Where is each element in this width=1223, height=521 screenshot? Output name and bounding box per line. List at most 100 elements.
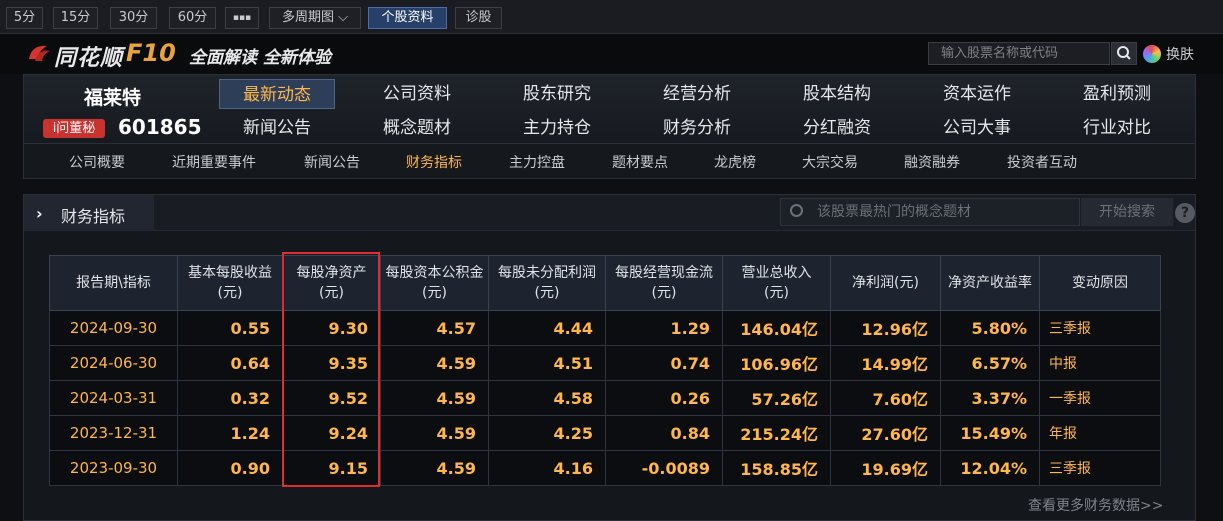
search-icon	[790, 204, 803, 217]
top-toolbar: 5分 15分 30分 60分 ▪▪▪ 多周期图 ⌵ 个股资料 诊股	[0, 0, 1223, 34]
nav-company-profile[interactable]: 公司资料	[359, 79, 475, 109]
col-header-undistributed-profit[interactable]: 每股未分配利润 (元)	[488, 255, 606, 311]
subnav-investor-interaction[interactable]: 投资者互动	[1007, 152, 1077, 172]
table-cell: 158.85亿	[722, 450, 831, 486]
nav-capital-operation[interactable]: 资本运作	[919, 79, 1035, 109]
col-header-eps[interactable]: 基本每股收益 (元)	[177, 255, 283, 311]
help-icon[interactable]: ?	[1175, 203, 1195, 223]
concept-search-input[interactable]: 该股票最热门的概念题材	[780, 198, 1080, 226]
nav-news-announcements[interactable]: 新闻公告	[219, 113, 335, 143]
table-cell: 4.58	[488, 380, 606, 416]
nav-dividend-financing[interactable]: 分红融资	[779, 113, 895, 143]
table-cell: 4.25	[488, 415, 606, 451]
table-cell: 5.80%	[940, 310, 1040, 346]
section-title: 财务指标	[61, 207, 126, 226]
nav-operation-analysis[interactable]: 经营分析	[639, 79, 755, 109]
nav-concept-themes[interactable]: 概念题材	[359, 113, 475, 143]
col-header-net-profit[interactable]: 净利润(元)	[830, 255, 941, 311]
nav-share-structure[interactable]: 股本结构	[779, 79, 895, 109]
table-cell: 7.60亿	[830, 380, 941, 416]
table-cell: 4.16	[488, 450, 606, 486]
table-cell: 6.57%	[940, 345, 1040, 381]
table-cell: 4.59	[380, 380, 489, 416]
nav-profit-forecast[interactable]: 盈利预测	[1059, 79, 1175, 109]
ask-secretary-badge[interactable]: i问董秘	[43, 119, 105, 138]
stock-nav-panel: 福莱特 i问董秘 601865 最新动态 公司资料 股东研究 经营分析 股本结构…	[23, 74, 1196, 144]
subnav-financial-indicators[interactable]: 财务指标	[406, 152, 462, 172]
nav-shareholder-research[interactable]: 股东研究	[499, 79, 615, 109]
table-cell: 三季报	[1039, 450, 1161, 486]
more-periods-button[interactable]: ▪▪▪	[225, 7, 259, 29]
table-cell: 4.59	[380, 450, 489, 486]
table-cell: 9.52	[282, 380, 381, 416]
table-cell: 9.15	[282, 450, 381, 486]
col-header-bvps[interactable]: 每股净资产 (元)	[282, 255, 381, 311]
col-header-capital-reserve[interactable]: 每股资本公积金 (元)	[380, 255, 489, 311]
nav-company-events[interactable]: 公司大事	[919, 113, 1035, 143]
table-cell: 4.57	[380, 310, 489, 346]
table-cell: 年报	[1039, 415, 1161, 451]
table-cell: 1.24	[177, 415, 283, 451]
stock-info-button[interactable]: 个股资料	[368, 7, 447, 29]
search-icon	[1117, 46, 1131, 60]
flower-logo-icon	[29, 45, 50, 61]
table-row: 2024-03-31 0.32 9.52 4.59 4.58 0.26 57.2…	[49, 380, 1161, 416]
col-header-total-revenue[interactable]: 营业总收入 (元)	[722, 255, 831, 311]
table-cell: 一季报	[1039, 380, 1161, 416]
subnav-main-control[interactable]: 主力控盘	[509, 152, 565, 172]
table-cell: 15.49%	[940, 415, 1040, 451]
multi-period-dropdown[interactable]: 多周期图 ⌵	[269, 7, 361, 29]
subnav-margin-trading[interactable]: 融资融券	[904, 152, 960, 172]
skin-change-link[interactable]: 换肤	[1166, 44, 1194, 64]
col-header-operating-cashflow[interactable]: 每股经营现金流 (元)	[605, 255, 723, 311]
period-30min-button[interactable]: 30分	[110, 7, 157, 29]
period-5min-button[interactable]: 5分	[6, 7, 43, 29]
nav-main-holdings[interactable]: 主力持仓	[499, 113, 615, 143]
more-financial-data-link[interactable]: 查看更多财务数据>>	[1028, 495, 1163, 515]
table-cell: 4.59	[380, 415, 489, 451]
subnav-theme-points[interactable]: 题材要点	[612, 152, 668, 172]
table-cell: 2024-06-30	[49, 345, 178, 381]
table-header-row: 报告期\指标 基本每股收益 (元) 每股净资产 (元) 每股资本公积金 (元) 每股未…	[49, 255, 1161, 311]
col-header-roe[interactable]: 净资产收益率	[940, 255, 1040, 311]
stock-code: 601865	[118, 115, 202, 139]
table-cell: 三季报	[1039, 310, 1161, 346]
table-cell: 12.04%	[940, 450, 1040, 486]
table-cell: 9.24	[282, 415, 381, 451]
table-cell: 0.90	[177, 450, 283, 486]
table-cell: 14.99亿	[830, 345, 941, 381]
table-cell: 2024-03-31	[49, 380, 178, 416]
table-cell: 中报	[1039, 345, 1161, 381]
subnav-news[interactable]: 新闻公告	[304, 152, 360, 172]
table-cell: 2023-12-31	[49, 415, 178, 451]
stock-name: 福莱特	[84, 87, 142, 109]
nav-financial-analysis[interactable]: 财务分析	[639, 113, 755, 143]
table-cell: 0.32	[177, 380, 283, 416]
f10-header: 同花顺 F10 全面解读 全新体验 输入股票名称或代码 换肤	[0, 34, 1223, 74]
period-60min-button[interactable]: 60分	[169, 7, 216, 29]
subnav-block-trade[interactable]: 大宗交易	[802, 152, 858, 172]
subnav-company-overview[interactable]: 公司概要	[69, 152, 125, 172]
table-cell: 57.26亿	[722, 380, 831, 416]
table-row: 2024-06-30 0.64 9.35 4.59 4.51 0.74 106.…	[49, 345, 1161, 381]
search-button[interactable]	[1111, 42, 1137, 65]
section-header: › 财务指标 该股票最热门的概念题材 开始搜索 ?	[24, 195, 1195, 231]
start-search-button[interactable]: 开始搜索	[1081, 198, 1173, 226]
stock-search-input[interactable]: 输入股票名称或代码	[928, 42, 1110, 65]
table-cell: 146.04亿	[722, 310, 831, 346]
period-15min-button[interactable]: 15分	[53, 7, 98, 29]
col-header-report-period[interactable]: 报告期\指标	[49, 255, 178, 311]
skin-icon[interactable]	[1143, 45, 1161, 63]
subnav-dragon-tiger[interactable]: 龙虎榜	[714, 152, 756, 172]
diagnose-button[interactable]: 诊股	[455, 7, 502, 29]
table-cell: 4.44	[488, 310, 606, 346]
section-tab: › 财务指标	[24, 195, 154, 231]
table-row: 2024-09-30 0.55 9.30 4.57 4.44 1.29 146.…	[49, 310, 1161, 346]
table-cell: 0.64	[177, 345, 283, 381]
table-cell: 0.55	[177, 310, 283, 346]
col-header-change-reason[interactable]: 变动原因	[1039, 255, 1161, 311]
subnav-recent-events[interactable]: 近期重要事件	[172, 152, 256, 172]
table-cell: 12.96亿	[830, 310, 941, 346]
nav-latest-news[interactable]: 最新动态	[219, 79, 335, 109]
nav-industry-compare[interactable]: 行业对比	[1059, 113, 1175, 143]
